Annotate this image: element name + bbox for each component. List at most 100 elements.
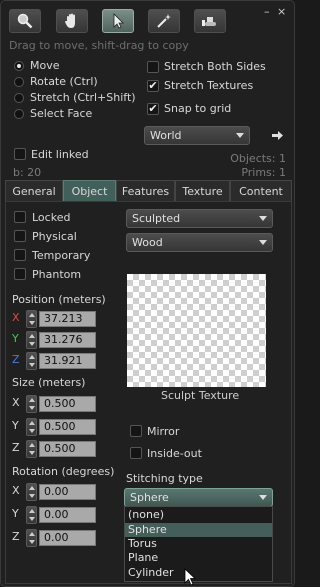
phantom-label: Phantom (32, 268, 82, 281)
size-z-field[interactable]: 0.500 (39, 441, 96, 457)
select-face-label: Select Face (30, 107, 93, 120)
snap-to-grid-label: Snap to grid (164, 102, 232, 115)
rotation-z-field[interactable]: 0.00 (39, 530, 96, 546)
chevron-down-icon (259, 216, 267, 221)
temporary-checkbox[interactable] (14, 249, 26, 261)
mirror-label: Mirror (147, 425, 180, 438)
stretch-both-sides-checkbox[interactable] (147, 61, 159, 73)
stitching-option-none[interactable]: (none) (125, 508, 272, 522)
prims-count: Prims: 1 (241, 166, 286, 179)
chevron-down-icon (259, 495, 267, 500)
tab-object[interactable]: Object (63, 180, 116, 202)
position-x-field[interactable]: 37.213 (39, 311, 96, 327)
rotation-y-axis: Y (12, 507, 19, 520)
inside-out-checkbox[interactable] (130, 447, 142, 459)
arrow-cursor-icon (113, 13, 124, 29)
physical-checkbox[interactable] (14, 230, 26, 242)
position-z-field[interactable]: 31.921 (39, 353, 96, 369)
size-y-axis: Y (12, 419, 19, 432)
toolbar-hint: Drag to move, shift-drag to copy (9, 39, 189, 52)
inside-out-label: Inside-out (147, 447, 202, 460)
stitching-type-value: Sphere (130, 491, 169, 504)
rotate-radio[interactable] (14, 77, 24, 87)
stretch-textures-label: Stretch Textures (164, 79, 254, 92)
stretch-label: Stretch (Ctrl+Shift) (30, 91, 136, 104)
stretch-textures-checkbox[interactable]: ✔ (147, 80, 159, 92)
physical-label: Physical (32, 230, 77, 243)
position-y-axis: Y (12, 332, 19, 345)
close-button[interactable]: × (277, 5, 286, 18)
move-tool-button[interactable] (56, 9, 88, 33)
move-label: Move (30, 59, 60, 72)
rotation-label: Rotation (degrees) (12, 465, 115, 478)
stitching-option-plane[interactable]: Plane (125, 551, 272, 565)
rotation-z-spinner[interactable] (26, 529, 37, 547)
edit-tool-button[interactable] (102, 9, 134, 33)
position-y-field[interactable]: 31.276 (39, 332, 96, 348)
material-value: Wood (132, 236, 163, 249)
rotation-x-field[interactable]: 0.00 (39, 484, 96, 500)
size-z-spinner[interactable] (26, 440, 37, 458)
rotate-label: Rotate (Ctrl) (30, 75, 98, 88)
magnifier-icon (17, 13, 33, 29)
stitching-option-cylinder[interactable]: Cylinder (125, 566, 272, 580)
rotation-z-axis: Z (12, 530, 20, 543)
stitching-option-torus[interactable]: Torus (125, 537, 272, 551)
material-dropdown[interactable]: Wood (126, 233, 273, 252)
objects-count: Objects: 1 (230, 152, 286, 165)
magic-wand-icon (157, 14, 171, 28)
edit-linked-checkbox[interactable] (14, 148, 26, 160)
create-tool-button[interactable] (148, 9, 180, 33)
focus-tool-button[interactable] (9, 9, 41, 33)
sculpt-texture-label: Sculpt Texture (161, 389, 240, 402)
locked-checkbox[interactable] (14, 211, 26, 223)
size-y-spinner[interactable] (26, 418, 37, 436)
tab-content[interactable]: Content (230, 180, 292, 202)
stitching-type-label: Stitching type (126, 472, 203, 485)
stitching-type-dropdown[interactable]: Sphere (124, 488, 273, 507)
position-z-spinner[interactable] (26, 352, 37, 370)
rotation-x-axis: X (12, 484, 20, 497)
tab-general[interactable]: General (5, 180, 63, 202)
move-radio[interactable] (14, 61, 24, 71)
stretch-both-sides-label: Stretch Both Sides (164, 60, 266, 73)
minimize-button[interactable]: – (264, 5, 270, 18)
size-x-field[interactable]: 0.500 (39, 396, 96, 412)
size-z-axis: Z (12, 441, 20, 454)
prim-type-value: Sculpted (132, 212, 181, 225)
bulldozer-icon (202, 17, 216, 26)
rotation-x-spinner[interactable] (26, 483, 37, 501)
mouse-cursor-icon (184, 568, 197, 586)
position-label: Position (meters) (12, 293, 106, 306)
build-tools-panel: – × Drag to move, shift-drag to copy Mov… (0, 0, 295, 587)
stitching-options-list: (none) Sphere Torus Plane Cylinder (124, 506, 273, 582)
land-tool-button[interactable] (194, 9, 226, 33)
ruler-dropdown[interactable]: World (144, 126, 250, 145)
position-x-spinner[interactable] (26, 310, 37, 328)
land-impact-text: b: 20 (13, 166, 42, 179)
tab-features[interactable]: Features (116, 180, 175, 202)
size-label: Size (meters) (12, 376, 86, 389)
ruler-value: World (150, 129, 182, 142)
size-y-field[interactable]: 0.500 (39, 419, 96, 435)
rotation-y-field[interactable]: 0.00 (39, 507, 96, 523)
select-face-radio[interactable] (14, 109, 24, 119)
stitching-option-sphere[interactable]: Sphere (125, 523, 272, 537)
arrow-right-icon[interactable] (271, 129, 284, 142)
tab-texture[interactable]: Texture (175, 180, 230, 202)
locked-label: Locked (32, 211, 71, 224)
stretch-radio[interactable] (14, 93, 24, 103)
snap-to-grid-checkbox[interactable]: ✔ (147, 103, 159, 115)
position-x-axis: X (12, 311, 20, 324)
rotation-y-spinner[interactable] (26, 506, 37, 524)
chevron-down-icon (236, 133, 244, 138)
prim-type-dropdown[interactable]: Sculpted (126, 209, 273, 228)
size-x-spinner[interactable] (26, 395, 37, 413)
size-x-axis: X (12, 396, 20, 409)
temporary-label: Temporary (32, 249, 91, 262)
chevron-down-icon (259, 240, 267, 245)
sculpt-texture-swatch[interactable] (127, 274, 266, 387)
phantom-checkbox[interactable] (14, 268, 26, 280)
position-y-spinner[interactable] (26, 331, 37, 349)
mirror-checkbox[interactable] (130, 425, 142, 437)
